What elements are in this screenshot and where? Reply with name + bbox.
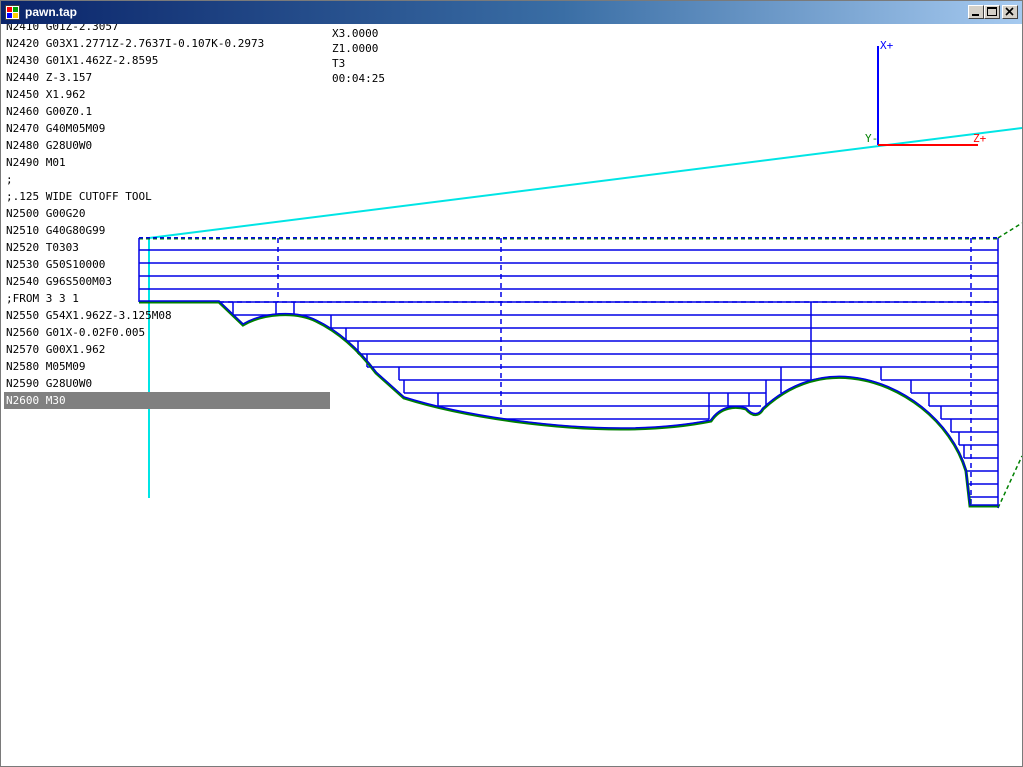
code-line[interactable]: N2510 G40G80G99: [6, 222, 330, 239]
y-axis-label: Y-: [865, 132, 878, 145]
code-line[interactable]: N2570 G00X1.962: [6, 341, 330, 358]
code-line[interactable]: N2500 G00G20: [6, 205, 330, 222]
code-line[interactable]: ;.125 WIDE CUTOFF TOOL: [6, 188, 330, 205]
x-axis-label: X+: [880, 39, 894, 52]
code-line[interactable]: N2550 G54X1.962Z-3.125M08: [6, 307, 330, 324]
code-line[interactable]: N2580 M05M09: [6, 358, 330, 375]
title-bar[interactable]: pawn.tap: [1, 1, 1022, 24]
code-line[interactable]: N2420 G03X1.2771Z-2.7637I-0.107K-0.2973: [6, 35, 330, 52]
code-line[interactable]: N2490 M01: [6, 154, 330, 171]
minimize-icon: [972, 14, 979, 16]
code-line[interactable]: N2460 G00Z0.1: [6, 103, 330, 120]
code-line[interactable]: N2480 G28U0W0: [6, 137, 330, 154]
time-readout: 00:04:25: [332, 72, 385, 85]
axis-indicator: X+ Y- Z+: [865, 39, 987, 146]
close-button[interactable]: [1002, 5, 1018, 19]
viewport[interactable]: X+ Y- Z+ N2410 G01Z-2.3057 N2420 G03X1.27…: [1, 24, 1022, 766]
z-axis-label: Z+: [973, 132, 987, 145]
z-readout: Z1.0000: [332, 42, 379, 55]
code-line[interactable]: N2430 G01X1.462Z-2.8595: [6, 52, 330, 69]
code-line[interactable]: ;FROM 3 3 1: [6, 290, 330, 307]
tool-readout: T3: [332, 57, 346, 70]
code-line[interactable]: N2440 Z-3.157: [6, 69, 330, 86]
code-line[interactable]: N2560 G01X-0.02F0.005: [6, 324, 330, 341]
x-readout: X3.0000: [332, 27, 379, 40]
code-line[interactable]: N2520 T0303: [6, 239, 330, 256]
maximize-button[interactable]: [984, 5, 1000, 19]
code-line[interactable]: N2450 X1.962: [6, 86, 330, 103]
code-line[interactable]: N2470 G40M05M09: [6, 120, 330, 137]
current-code-line[interactable]: N2600 M30: [4, 392, 330, 409]
code-line[interactable]: N2590 G28U0W0: [6, 375, 330, 392]
gcode-listing[interactable]: N2410 G01Z-2.3057 N2420 G03X1.2771Z-2.763…: [4, 24, 330, 409]
position-readout: X3.0000 Z1.0000 T3 00:04:25: [332, 26, 385, 86]
minimize-button[interactable]: [968, 5, 984, 19]
code-line[interactable]: ;: [6, 171, 330, 188]
code-line[interactable]: N2530 G50S10000: [6, 256, 330, 273]
close-icon: [1005, 7, 1014, 16]
code-line[interactable]: N2540 G96S500M03: [6, 273, 330, 290]
app-icon: [5, 5, 20, 20]
window-title: pawn.tap: [25, 5, 78, 19]
code-line[interactable]: N2410 G01Z-2.3057: [6, 24, 330, 35]
maximize-icon: [987, 7, 997, 16]
application-window: pawn.tap X+ Y- Z+ N2410 G01Z-2.3057 N242…: [0, 0, 1023, 767]
